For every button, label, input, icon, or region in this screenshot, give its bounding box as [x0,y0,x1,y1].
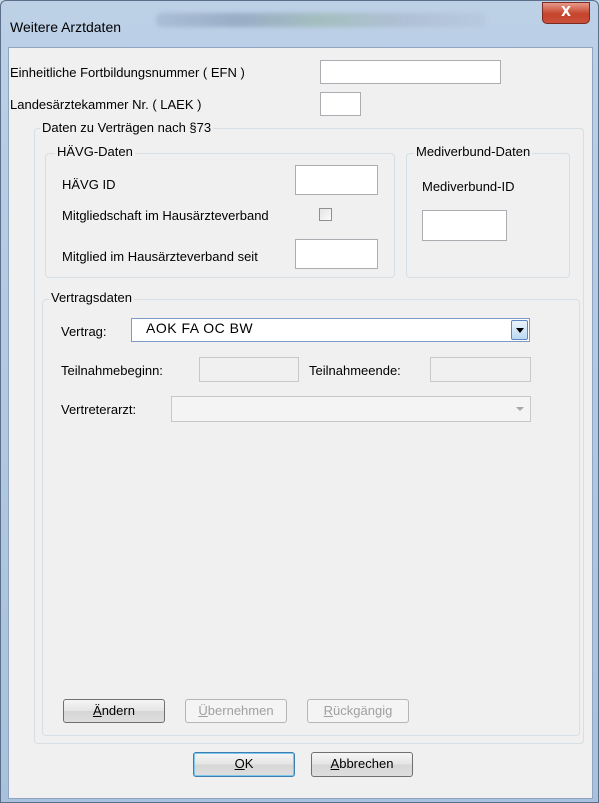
mediverbund-id-input[interactable] [422,210,507,241]
mitgliedschaft-checkbox[interactable] [319,208,332,221]
teilnahmebeginn-input[interactable] [199,357,299,382]
ok-button[interactable]: OK [193,752,295,777]
vertrag-select[interactable]: AOK FA OC BW [131,318,530,342]
teilnahmeende-input[interactable] [430,357,531,382]
vertraege-group-title: Daten zu Verträgen nach §73 [40,120,214,135]
window-title: Weitere Arztdaten [10,19,122,35]
title-bar[interactable]: Weitere Arztdaten X [1,1,598,47]
efn-label: Einheitliche Fortbildungsnummer ( EFN ) [10,65,245,80]
haevg-group-title: HÄVG-Daten [55,144,135,159]
vertragsdaten-group-title: Vertragsdaten [49,290,134,305]
vertrag-selected-value: AOK FA OC BW [146,320,254,336]
efn-input[interactable] [320,60,501,84]
vertreterarzt-select[interactable] [171,396,531,422]
haevg-id-label: HÄVG ID [62,177,116,192]
mitgliedschaft-label: Mitgliedschaft im Hausärzteverband [62,208,269,223]
aendern-button[interactable]: Ändern [63,699,165,723]
teilnahmebeginn-label: Teilnahmebeginn: [61,363,163,378]
haevg-id-input[interactable] [295,165,378,195]
rueckgaengig-button[interactable]: Rückgängig [307,699,409,723]
dialog-client-area: Einheitliche Fortbildungsnummer ( EFN ) … [8,47,593,799]
vertrag-label: Vertrag: [61,324,107,339]
mitglied-seit-label: Mitglied im Hausärzteverband seit [62,249,258,264]
close-icon: X [560,5,572,20]
mediverbund-group-title: Mediverbund-Daten [414,144,533,159]
uebernehmen-button[interactable]: Übernehmen [185,699,287,723]
chevron-down-icon [516,407,524,411]
title-bar-background-blur [156,13,486,27]
vertreterarzt-label: Vertreterarzt: [61,402,137,417]
mediverbund-id-label: Mediverbund-ID [422,179,515,194]
vertrag-dropdown-button[interactable] [511,320,528,340]
mitglied-seit-input[interactable] [295,239,378,269]
chevron-down-icon [516,328,524,333]
close-button[interactable]: X [542,2,590,24]
abbrechen-button[interactable]: Abbrechen [311,752,413,777]
laek-input[interactable] [320,92,361,116]
dialog-window: Weitere Arztdaten X Einheitliche Fortbil… [0,0,599,803]
laek-label: Landesärztekammer Nr. ( LAEK ) [10,97,202,112]
teilnahmeende-label: Teilnahmeende: [309,363,401,378]
